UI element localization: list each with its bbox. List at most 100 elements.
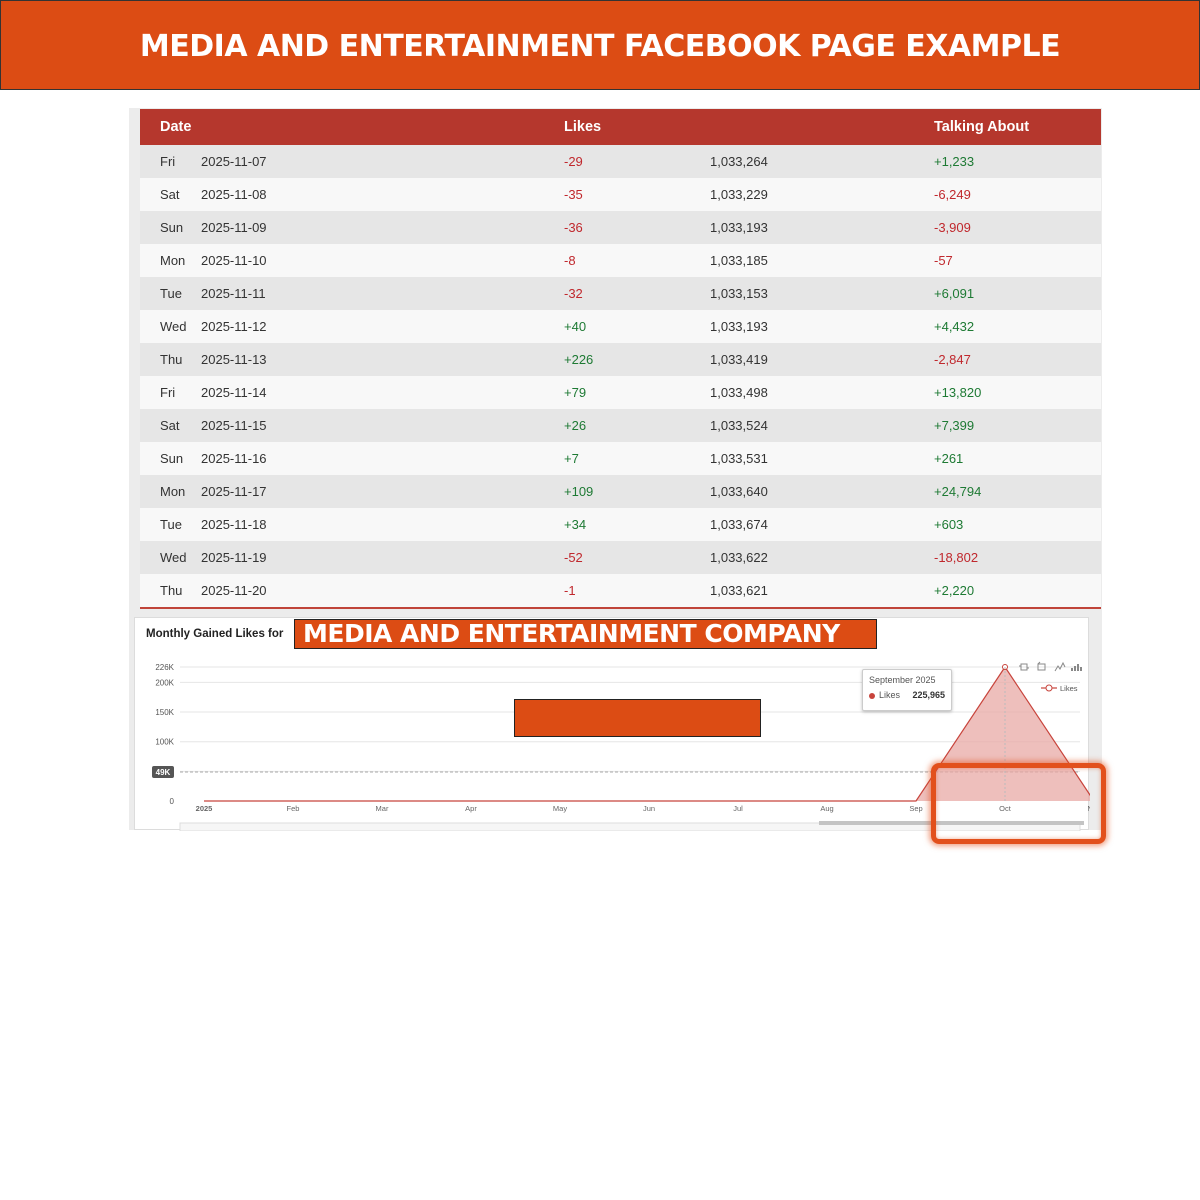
row-likes-change: -1 bbox=[564, 583, 576, 598]
table-body: Fri 2025-11-07 -29 1,033,264 +1,233 Sat 2025-1… bbox=[140, 145, 1101, 607]
legend-marker bbox=[1045, 684, 1053, 692]
row-likes-total: 1,033,185 bbox=[710, 253, 768, 268]
screenshot-panel: Date Likes Talking About Fri 2025-11-07 -2… bbox=[129, 108, 1102, 831]
row-date: 2025-11-15 bbox=[201, 418, 267, 433]
row-day: Tue bbox=[160, 286, 182, 301]
row-day: Sat bbox=[160, 418, 180, 433]
reference-badge-label: 49K bbox=[156, 768, 171, 777]
row-talking-about: -3,909 bbox=[934, 220, 971, 235]
row-date: 2025-11-09 bbox=[201, 220, 267, 235]
row-day: Fri bbox=[160, 385, 176, 400]
x-tick-label: May bbox=[553, 804, 567, 813]
row-date: 2025-11-11 bbox=[201, 286, 266, 301]
row-likes-change: +34 bbox=[564, 517, 587, 532]
row-day: Sun bbox=[160, 451, 184, 466]
row-likes-total: 1,033,498 bbox=[710, 385, 768, 400]
row-likes-total: 1,033,229 bbox=[710, 187, 768, 202]
row-likes-change: +26 bbox=[564, 418, 587, 433]
table-row: Mon 2025-11-10 -8 1,033,185 -57 bbox=[140, 244, 1101, 277]
table-row: Thu 2025-11-13 +226 1,033,419 -2,847 bbox=[140, 343, 1101, 376]
table-row: Sat 2025-11-08 -35 1,033,229 -6,249 bbox=[140, 178, 1101, 211]
header-likes[interactable]: Likes bbox=[564, 119, 601, 135]
row-likes-change: +79 bbox=[564, 385, 587, 400]
tooltip-series-dot bbox=[869, 693, 875, 699]
row-date: 2025-11-18 bbox=[201, 517, 267, 532]
table-row: Tue 2025-11-18 +34 1,033,674 +603 bbox=[140, 508, 1101, 541]
table-row: Mon 2025-11-17 +109 1,033,640 +24,794 bbox=[140, 475, 1101, 508]
row-talking-about: -18,802 bbox=[934, 550, 979, 565]
row-talking-about: +24,794 bbox=[934, 484, 982, 499]
row-likes-change: -35 bbox=[564, 187, 583, 202]
y-tick-label: 200K bbox=[155, 678, 174, 687]
row-day: Wed bbox=[160, 319, 187, 334]
row-date: 2025-11-20 bbox=[201, 583, 267, 598]
row-talking-about: +261 bbox=[934, 451, 964, 466]
row-talking-about: -2,847 bbox=[934, 352, 971, 367]
row-date: 2025-11-16 bbox=[201, 451, 267, 466]
tooltip-value: 225,965 bbox=[912, 690, 945, 700]
x-tick-label: Mar bbox=[376, 804, 389, 813]
table-row: Fri 2025-11-07 -29 1,033,264 +1,233 bbox=[140, 145, 1101, 178]
row-likes-total: 1,033,621 bbox=[710, 583, 768, 598]
row-likes-total: 1,033,622 bbox=[710, 550, 768, 565]
row-date: 2025-11-13 bbox=[201, 352, 267, 367]
row-date: 2025-11-12 bbox=[201, 319, 267, 334]
table-row: Wed 2025-11-19 -52 1,033,622 -18,802 bbox=[140, 541, 1101, 574]
row-day: Wed bbox=[160, 550, 187, 565]
row-likes-change: -32 bbox=[564, 286, 583, 301]
row-day: Fri bbox=[160, 154, 176, 169]
row-likes-change: +109 bbox=[564, 484, 594, 499]
y-tick-label: 0 bbox=[170, 797, 175, 806]
row-talking-about: +7,399 bbox=[934, 418, 975, 433]
row-talking-about: -6,249 bbox=[934, 187, 971, 202]
table-row: Sun 2025-11-09 -36 1,033,193 -3,909 bbox=[140, 211, 1101, 244]
chart-tooltip: September 2025 Likes 225,965 bbox=[862, 669, 952, 711]
row-date: 2025-11-10 bbox=[201, 253, 267, 268]
row-likes-total: 1,033,419 bbox=[710, 352, 768, 367]
row-date: 2025-11-17 bbox=[201, 484, 267, 499]
row-date: 2025-11-08 bbox=[201, 187, 267, 202]
row-likes-change: -36 bbox=[564, 220, 583, 235]
x-tick-label: Apr bbox=[465, 804, 477, 813]
row-date: 2025-11-07 bbox=[201, 154, 267, 169]
x-tick-label: 2025 bbox=[196, 804, 213, 813]
row-day: Tue bbox=[160, 517, 182, 532]
row-likes-total: 1,033,640 bbox=[710, 484, 768, 499]
tooltip-series-name: Likes bbox=[879, 690, 901, 700]
row-talking-about: +4,432 bbox=[934, 319, 975, 334]
row-likes-change: +40 bbox=[564, 319, 587, 334]
row-day: Sun bbox=[160, 220, 184, 235]
table-row: Tue 2025-11-11 -32 1,033,153 +6,091 bbox=[140, 277, 1101, 310]
row-date: 2025-11-14 bbox=[201, 385, 267, 400]
header-talking-about[interactable]: Talking About bbox=[934, 119, 1029, 135]
company-name-overlay: MEDIA AND ENTERTAINMENT COMPANY bbox=[294, 619, 877, 649]
row-day: Sat bbox=[160, 187, 180, 202]
highlight-box bbox=[931, 763, 1106, 844]
table-row: Wed 2025-11-12 +40 1,033,193 +4,432 bbox=[140, 310, 1101, 343]
row-likes-change: +226 bbox=[564, 352, 594, 367]
table-row: Sat 2025-11-15 +26 1,033,524 +7,399 bbox=[140, 409, 1101, 442]
header-date[interactable]: Date bbox=[160, 119, 191, 135]
row-likes-change: -52 bbox=[564, 550, 583, 565]
row-likes-total: 1,033,531 bbox=[710, 451, 768, 466]
row-likes-total: 1,033,153 bbox=[710, 286, 768, 301]
table-bottom-border bbox=[140, 607, 1101, 609]
row-talking-about: +6,091 bbox=[934, 286, 975, 301]
row-talking-about: +603 bbox=[934, 517, 964, 532]
y-tick-label: 150K bbox=[155, 708, 174, 717]
x-tick-label: Feb bbox=[287, 804, 300, 813]
row-day: Thu bbox=[160, 583, 183, 598]
legend-label: Likes bbox=[1060, 684, 1078, 693]
row-day: Mon bbox=[160, 253, 186, 268]
row-day: Thu bbox=[160, 352, 183, 367]
row-talking-about: +13,820 bbox=[934, 385, 982, 400]
row-likes-change: -29 bbox=[564, 154, 583, 169]
x-tick-label: Aug bbox=[820, 804, 833, 813]
row-likes-total: 1,033,193 bbox=[710, 220, 768, 235]
row-likes-total: 1,033,524 bbox=[710, 418, 768, 433]
row-likes-change: -8 bbox=[564, 253, 576, 268]
banner-title: MEDIA AND ENTERTAINMENT FACEBOOK PAGE EX… bbox=[139, 28, 1061, 64]
x-tick-label: Jun bbox=[643, 804, 655, 813]
table-header: Date Likes Talking About bbox=[140, 109, 1101, 145]
redaction-box bbox=[514, 699, 761, 737]
